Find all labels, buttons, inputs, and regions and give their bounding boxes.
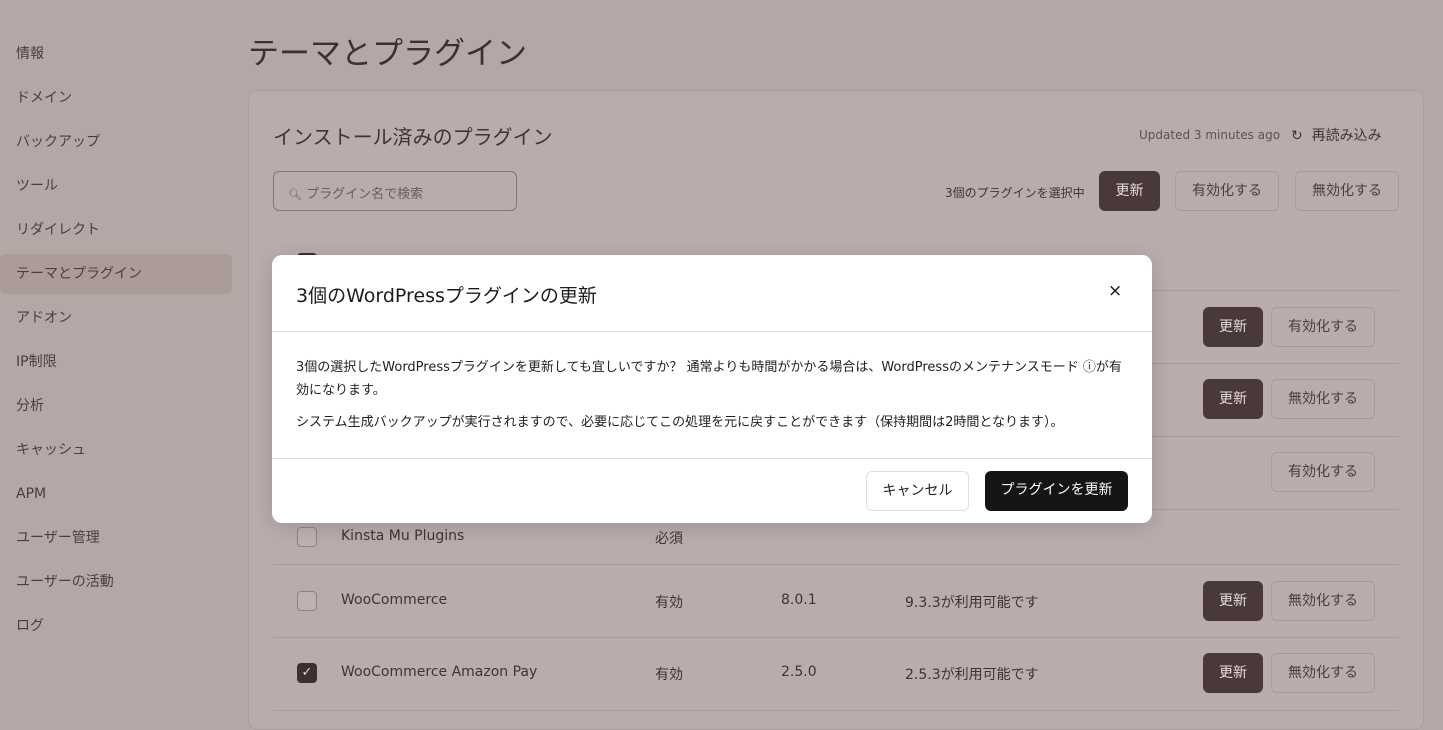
sidebar-item[interactable]: バックアップ (0, 122, 232, 162)
sidebar-item[interactable]: ドメイン (0, 78, 232, 118)
row-checkbox[interactable]: ✓ (297, 663, 317, 683)
sidebar-item[interactable]: アドオン (0, 298, 232, 338)
search-icon: 🔍︎ (288, 188, 302, 201)
modal-message: 3個の選択したWordPressプラグインを更新しても宜しいですか？ 通常よりも… (296, 360, 1122, 398)
update-available: 9.3.3が利用可能です (905, 595, 1039, 611)
sidebar-item[interactable]: IP制限 (0, 342, 232, 382)
sidebar-item[interactable]: ユーザー管理 (0, 518, 232, 558)
row-checkbox[interactable] (297, 527, 317, 547)
deactivate-button[interactable]: 無効化する (1271, 653, 1375, 693)
activate-button[interactable]: 有効化する (1271, 452, 1375, 492)
reload-label: 再読み込み (1311, 128, 1382, 144)
divider (273, 637, 1399, 638)
modal-backup-note: システム生成バックアップが実行されますので、必要に応じてこの処理を元に戻すことが… (296, 415, 1064, 430)
refresh-icon: ↻ (1291, 128, 1303, 144)
plugin-version: 2.5.0 (781, 664, 817, 680)
update-available: 2.5.3が利用可能です (905, 667, 1039, 683)
plugin-status: 有効 (655, 595, 683, 611)
sidebar-item[interactable]: テーマとプラグイン (0, 254, 232, 294)
cancel-button[interactable]: キャンセル (866, 471, 969, 511)
sidebar-item[interactable]: リダイレクト (0, 210, 232, 250)
modal-title: 3個のWordPressプラグインの更新 (296, 285, 597, 307)
plugin-status: 有効 (655, 667, 683, 683)
activate-button[interactable]: 有効化する (1271, 307, 1375, 347)
card-title: インストール済みのプラグイン (273, 125, 553, 149)
bulk-activate-button[interactable]: 有効化する (1175, 171, 1279, 211)
sidebar-item[interactable]: ユーザーの活動 (0, 562, 232, 602)
update-button[interactable]: 更新 (1203, 379, 1263, 419)
close-icon[interactable]: × (1108, 281, 1122, 301)
update-button[interactable]: 更新 (1203, 653, 1263, 693)
divider (272, 458, 1152, 459)
plugin-status: 必須 (655, 531, 683, 547)
search-input[interactable]: 🔍︎ プラグイン名で検索 (273, 171, 517, 211)
sidebar-item[interactable]: ツール (0, 166, 232, 206)
divider (272, 331, 1152, 332)
reload-button[interactable]: ↻ 再読み込み (1291, 125, 1382, 145)
bulk-deactivate-button[interactable]: 無効化する (1295, 171, 1399, 211)
update-button[interactable]: 更新 (1203, 307, 1263, 347)
sidebar-item[interactable]: 情報 (0, 34, 232, 74)
plugin-name: WooCommerce (341, 592, 448, 608)
divider (273, 710, 1399, 711)
sidebar-item[interactable]: ログ (0, 606, 232, 646)
bulk-update-button[interactable]: 更新 (1099, 171, 1160, 211)
divider (273, 564, 1399, 565)
deactivate-button[interactable]: 無効化する (1271, 581, 1375, 621)
plugin-version: 8.0.1 (781, 592, 817, 608)
plugin-name: WooCommerce Amazon Pay (341, 664, 538, 680)
sidebar-item[interactable]: キャッシュ (0, 430, 232, 470)
update-plugins-modal: 3個のWordPressプラグインの更新 × 3個の選択したWordPressプ… (272, 255, 1152, 523)
selected-count: 3個のプラグインを選択中 (945, 186, 1085, 200)
sidebar-item[interactable]: 分析 (0, 386, 232, 426)
updated-status: Updated 3 minutes ago (1139, 128, 1281, 142)
confirm-update-button[interactable]: プラグインを更新 (985, 471, 1128, 511)
row-checkbox[interactable] (297, 591, 317, 611)
sidebar: 情報 ドメイン バックアップ ツール リダイレクト テーマとプラグイン アドオン IP制限 分析… (0, 0, 240, 713)
plugin-name: Kinsta Mu Plugins (341, 528, 465, 544)
page-title: テーマとプラグイン (248, 36, 527, 72)
search-placeholder: プラグイン名で検索 (306, 187, 424, 202)
update-button[interactable]: 更新 (1203, 581, 1263, 621)
sidebar-item[interactable]: APM (0, 474, 232, 514)
deactivate-button[interactable]: 無効化する (1271, 379, 1375, 419)
